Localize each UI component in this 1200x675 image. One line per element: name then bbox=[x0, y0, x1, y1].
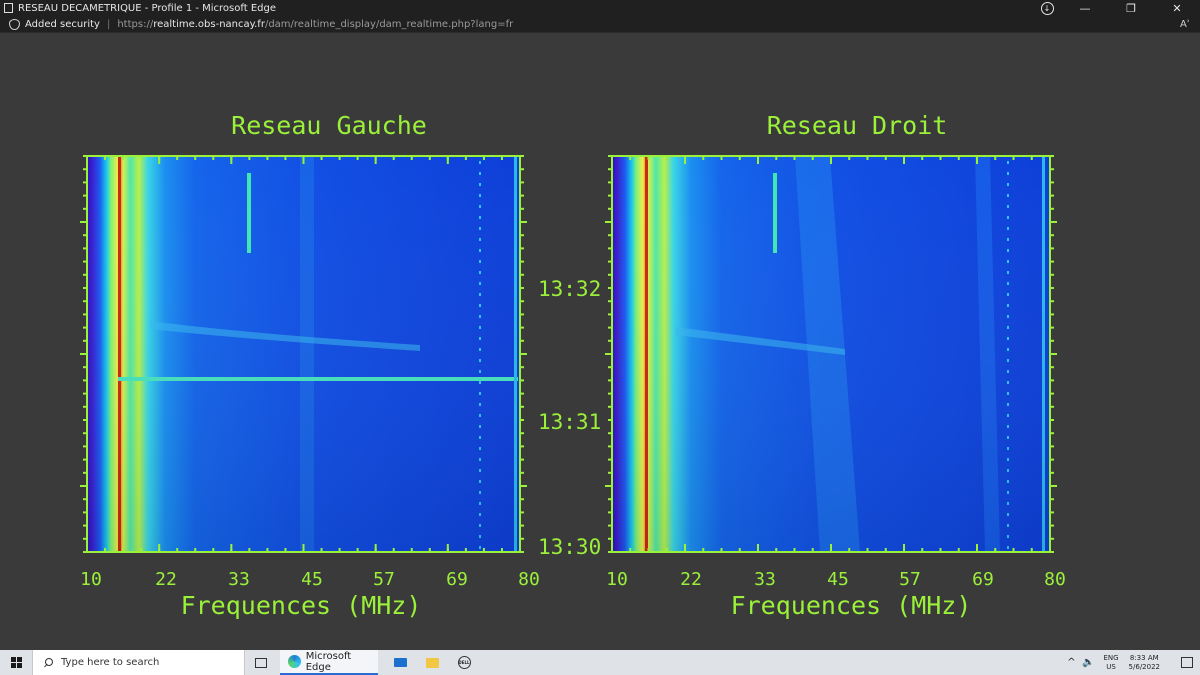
task-view-icon bbox=[255, 657, 267, 668]
edge-icon bbox=[288, 655, 301, 668]
folder-icon bbox=[425, 657, 439, 668]
left-x-tick-label: 22 bbox=[155, 569, 177, 590]
security-label[interactable]: Added security bbox=[25, 19, 100, 30]
region-code: US bbox=[1106, 662, 1116, 671]
minimize-button[interactable]: — bbox=[1062, 0, 1108, 16]
show-hidden-icons-button[interactable]: ^ bbox=[1063, 657, 1079, 668]
taskbar-mail-app[interactable] bbox=[384, 650, 416, 675]
url-field[interactable]: https://realtime.obs-nancay.fr/dam/realt… bbox=[117, 19, 1170, 30]
clock-time: 8:33 AM bbox=[1129, 653, 1159, 662]
right-x-tick-label: 69 bbox=[972, 569, 994, 590]
search-placeholder: Type here to search bbox=[61, 657, 160, 668]
start-button[interactable] bbox=[0, 650, 32, 675]
left-x-tick-label: 10 bbox=[80, 569, 102, 590]
close-button[interactable]: ✕ bbox=[1154, 0, 1200, 16]
restore-button[interactable]: ❐ bbox=[1108, 0, 1154, 16]
mail-icon bbox=[393, 658, 407, 667]
url-path: /dam/realtime_display/dam_realtime.php?l… bbox=[264, 18, 514, 30]
edge-app-label: Microsoft Edge bbox=[305, 650, 352, 673]
search-icon bbox=[43, 657, 53, 668]
downloads-button[interactable]: ↓ bbox=[1032, 0, 1062, 16]
read-aloud-button[interactable]: Aʾ bbox=[1170, 19, 1200, 30]
left-spectrogram bbox=[86, 155, 521, 553]
clock[interactable]: 8:33 AM 5/6/2022 bbox=[1129, 654, 1160, 672]
title-bar: RESEAU DECAMETRIQUE - Profile 1 - Micros… bbox=[0, 0, 1200, 16]
right-x-tick-label: 57 bbox=[899, 569, 921, 590]
url-domain: realtime.obs-nancay.fr bbox=[153, 18, 265, 30]
right-panel-title: Reseau Droit bbox=[767, 111, 948, 140]
right-shade bbox=[612, 156, 1050, 552]
left-shade bbox=[87, 156, 520, 552]
clock-date: 5/6/2022 bbox=[1128, 662, 1160, 671]
page-content: Reseau Gauche Reseau Droit 10 22 33 45 5… bbox=[0, 33, 1200, 650]
right-x-axis-title: Frequences (MHz) bbox=[731, 591, 972, 620]
left-x-tick-labels: 10 22 33 45 57 69 80 bbox=[80, 569, 540, 590]
left-x-tick-label: 69 bbox=[446, 569, 468, 590]
dell-icon: DELL bbox=[457, 656, 471, 669]
page-icon bbox=[4, 3, 13, 13]
time-label: 13:30 bbox=[538, 535, 601, 559]
right-x-tick-label: 22 bbox=[680, 569, 702, 590]
taskbar-dell-app[interactable]: DELL bbox=[448, 650, 480, 675]
right-spectrogram bbox=[611, 155, 1051, 553]
right-x-tick-label: 45 bbox=[827, 569, 849, 590]
language-code: ENG bbox=[1103, 653, 1119, 662]
right-x-tick-label: 33 bbox=[754, 569, 776, 590]
left-panel-title: Reseau Gauche bbox=[231, 111, 427, 140]
spectrogram-display: Reseau Gauche Reseau Droit 10 22 33 45 5… bbox=[80, 111, 1066, 620]
notifications-button[interactable] bbox=[1174, 650, 1200, 675]
download-icon: ↓ bbox=[1040, 1, 1054, 15]
address-bar[interactable]: Added security | https://realtime.obs-na… bbox=[0, 16, 1200, 33]
right-x-tick-labels: 10 22 33 45 57 69 80 bbox=[606, 569, 1066, 590]
taskbar: Type here to search Microsoft Edge DELL … bbox=[0, 650, 1200, 675]
taskbar-file-explorer[interactable] bbox=[416, 650, 448, 675]
url-prefix: https:// bbox=[117, 18, 154, 30]
window-title: RESEAU DECAMETRIQUE - Profile 1 - Micros… bbox=[18, 2, 276, 14]
left-x-tick-label: 80 bbox=[518, 569, 540, 590]
language-indicator[interactable]: ENG US bbox=[1103, 654, 1118, 672]
taskbar-search[interactable]: Type here to search bbox=[32, 650, 245, 675]
left-x-tick-label: 45 bbox=[301, 569, 323, 590]
address-separator: | bbox=[106, 18, 111, 30]
notification-icon bbox=[1181, 657, 1193, 668]
speaker-icon[interactable]: 🔈 bbox=[1079, 657, 1097, 668]
left-x-tick-label: 57 bbox=[373, 569, 395, 590]
time-axis-labels: 13:32 13:31 13:30 bbox=[538, 277, 601, 559]
shield-icon[interactable] bbox=[9, 18, 20, 30]
system-tray: ^ 🔈 ENG US 8:33 AM 5/6/2022 bbox=[1063, 650, 1200, 675]
time-label: 13:32 bbox=[538, 277, 601, 301]
windows-icon bbox=[10, 657, 22, 668]
left-x-axis-title: Frequences (MHz) bbox=[181, 591, 422, 620]
task-view-button[interactable] bbox=[245, 650, 277, 675]
right-x-tick-label: 10 bbox=[606, 569, 628, 590]
left-x-tick-label: 33 bbox=[228, 569, 250, 590]
time-label: 13:31 bbox=[538, 410, 601, 434]
taskbar-edge-app[interactable]: Microsoft Edge bbox=[280, 650, 378, 675]
right-x-tick-label: 80 bbox=[1044, 569, 1066, 590]
